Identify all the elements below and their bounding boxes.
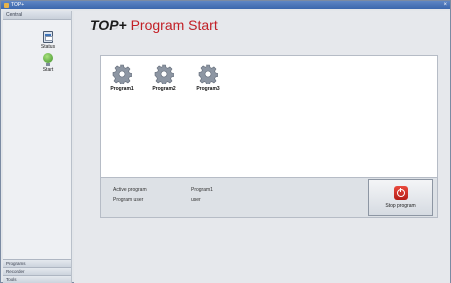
app-window: TOP+ × Central Status Start Programs Rec… xyxy=(0,0,451,283)
program-label: Program2 xyxy=(152,86,176,92)
program-list: Program1 Program2 Program3 xyxy=(100,55,438,178)
title-reflection: TOP+ Program Start xyxy=(90,26,218,33)
sidebar-tab-programs[interactable]: Programs xyxy=(3,259,71,267)
active-program-label: Active program xyxy=(113,187,147,193)
reflection-title: Program Start xyxy=(127,26,218,33)
stop-program-label: Stop program xyxy=(385,203,416,209)
reflection-brand: TOP+ xyxy=(90,26,127,33)
program-item-3[interactable]: Program3 xyxy=(193,64,223,92)
status-panel: Active program Program1 Program user use… xyxy=(100,178,438,218)
program-label: Program3 xyxy=(196,86,220,92)
program-label: Program1 xyxy=(110,86,134,92)
sidebar-item-label: Status xyxy=(40,44,56,50)
program-user-value: user xyxy=(191,197,201,203)
gear-icon xyxy=(154,64,174,84)
start-icon xyxy=(43,53,53,66)
sidebar-header: Central xyxy=(3,11,71,20)
sidebar-item-start[interactable]: Start xyxy=(33,53,63,73)
stop-icon xyxy=(393,186,408,200)
sidebar: Central Status Start Programs Recorder T… xyxy=(3,11,72,283)
program-item-1[interactable]: Program1 xyxy=(107,64,137,92)
sidebar-tab-tools[interactable]: Tools xyxy=(3,275,71,283)
gear-icon xyxy=(198,64,218,84)
program-item-2[interactable]: Program2 xyxy=(149,64,179,92)
gear-icon xyxy=(112,64,132,84)
active-program-value: Program1 xyxy=(191,187,213,193)
status-icon xyxy=(43,31,53,43)
window-title: TOP+ xyxy=(11,2,25,8)
sidebar-item-label: Start xyxy=(42,67,54,73)
program-user-label: Program user xyxy=(113,197,144,203)
title-bar: TOP+ × xyxy=(1,1,450,9)
main-content: TOP+ Program Start TOP+ Program Start Pr… xyxy=(74,11,450,283)
sidebar-item-status[interactable]: Status xyxy=(33,31,63,50)
sidebar-tab-recorder[interactable]: Recorder xyxy=(3,267,71,275)
app-icon xyxy=(4,2,9,8)
close-icon[interactable]: × xyxy=(443,1,447,9)
stop-program-button[interactable]: Stop program xyxy=(368,179,433,216)
sidebar-footer: Programs Recorder Tools xyxy=(3,259,71,283)
